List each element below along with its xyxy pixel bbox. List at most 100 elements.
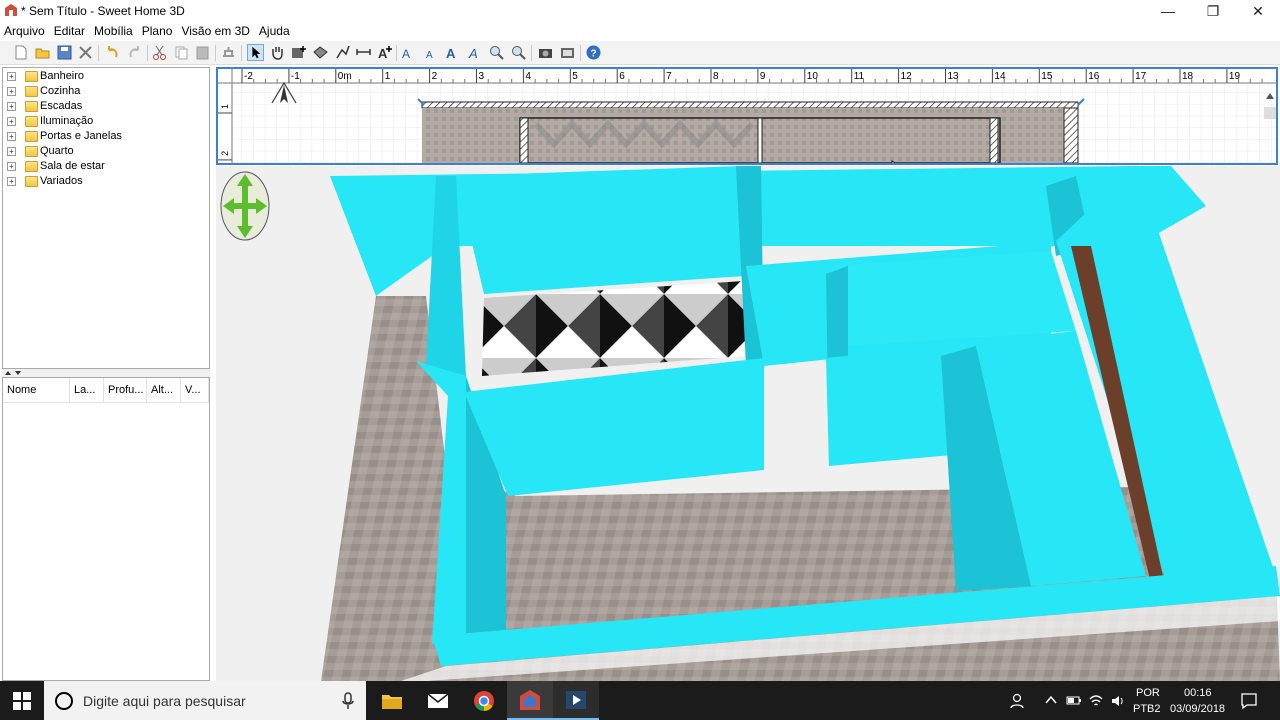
- language-code[interactable]: POR: [1136, 687, 1160, 699]
- chrome-button[interactable]: [461, 681, 507, 720]
- redo-icon[interactable]: [126, 44, 143, 61]
- clock-date[interactable]: 03/09/2018: [1170, 703, 1225, 715]
- undo-icon[interactable]: [104, 44, 121, 61]
- volume-icon[interactable]: [1110, 693, 1126, 709]
- increase-text-icon[interactable]: A: [400, 44, 417, 61]
- cut-icon[interactable]: [151, 44, 168, 61]
- column-visible-label: V...: [185, 384, 201, 396]
- wall-middle[interactable]: [757, 117, 763, 163]
- catalog-item-portas-janelas[interactable]: + Portas e Janelas: [3, 129, 203, 144]
- copy-icon[interactable]: [173, 44, 190, 61]
- room-right-top[interactable]: [831, 251, 1076, 346]
- expand-icon[interactable]: +: [7, 147, 16, 156]
- network-icon[interactable]: [1088, 693, 1104, 709]
- italic-icon[interactable]: A: [466, 44, 483, 61]
- wall-right[interactable]: [1063, 107, 1079, 163]
- paste-icon[interactable]: [194, 44, 211, 61]
- furniture-list: Nome La... Profu... Alt... V...: [2, 377, 210, 681]
- keyboard-layout[interactable]: PTB2: [1133, 703, 1161, 715]
- catalog-item-label: Banheiro: [40, 70, 85, 82]
- expand-icon[interactable]: +: [7, 117, 16, 126]
- windows-start-icon[interactable]: [13, 692, 31, 710]
- save-icon[interactable]: [56, 44, 73, 61]
- splitter-arrows-icon[interactable]: [4, 370, 24, 376]
- create-rooms-icon[interactable]: [312, 44, 329, 61]
- sweet-home-3d-taskbar-button[interactable]: [507, 681, 553, 720]
- create-dimensions-icon[interactable]: [355, 44, 372, 61]
- catalog-item-quarto[interactable]: + Quarto: [3, 144, 203, 159]
- expand-icon[interactable]: +: [7, 102, 16, 111]
- menu-editar[interactable]: Editar: [54, 24, 89, 38]
- select-icon[interactable]: [247, 44, 264, 61]
- 3d-view[interactable]: [216, 166, 1280, 681]
- ruler-label: 2: [220, 151, 230, 156]
- catalog-item-escadas[interactable]: + Escadas: [3, 99, 203, 114]
- ruler-label: 16: [1088, 71, 1100, 82]
- create-walls-icon[interactable]: [290, 44, 307, 61]
- menu-ajuda[interactable]: Ajuda: [259, 24, 294, 38]
- expand-icon[interactable]: +: [7, 162, 16, 171]
- column-visible[interactable]: V...: [181, 378, 209, 403]
- wall-room-back[interactable]: [456, 166, 744, 294]
- column-depth[interactable]: Profu...: [104, 378, 147, 403]
- navigation-arrows-icon[interactable]: [220, 171, 270, 241]
- chevron-up-icon[interactable]: [1045, 695, 1057, 705]
- wall-right-inner[interactable]: [989, 117, 999, 163]
- new-icon[interactable]: [12, 44, 29, 61]
- zoom-in-icon[interactable]: [488, 44, 505, 61]
- expand-icon[interactable]: +: [7, 177, 16, 186]
- catalog-item-banheiro[interactable]: + Banheiro: [3, 69, 203, 84]
- panel-splitter[interactable]: [2, 369, 210, 377]
- ruler-label: 1: [220, 104, 230, 109]
- ruler-label: 14: [994, 71, 1006, 82]
- expand-icon[interactable]: +: [7, 132, 16, 141]
- microphone-icon[interactable]: [341, 692, 355, 710]
- notifications-icon[interactable]: [1240, 692, 1258, 710]
- people-icon[interactable]: [1010, 692, 1028, 710]
- zoom-out-icon[interactable]: [510, 44, 527, 61]
- search-input[interactable]: Digite aqui para pesquisar: [44, 681, 366, 720]
- file-explorer-button[interactable]: [369, 681, 415, 720]
- add-furniture-icon[interactable]: [220, 44, 237, 61]
- decrease-text-icon[interactable]: A: [422, 44, 439, 61]
- create-photo-icon[interactable]: [559, 44, 576, 61]
- camera-icon[interactable]: [537, 44, 554, 61]
- column-width[interactable]: La...: [70, 378, 104, 403]
- vertical-scrollbar[interactable]: [1264, 107, 1276, 119]
- folder-icon: [25, 176, 38, 187]
- column-name[interactable]: Nome: [3, 378, 70, 403]
- media-app-button[interactable]: [553, 681, 599, 720]
- maximize-button[interactable]: ❐: [1191, 0, 1235, 22]
- catalog-item-iluminacao[interactable]: + Iluminação: [3, 114, 203, 129]
- expand-icon[interactable]: +: [7, 72, 16, 81]
- 3d-canvas[interactable]: [216, 166, 1280, 681]
- create-polylines-icon[interactable]: [334, 44, 351, 61]
- wall-top[interactable]: [421, 101, 1079, 109]
- add-text-icon[interactable]: A: [376, 44, 393, 61]
- battery-icon[interactable]: [1066, 693, 1082, 707]
- catalog-item-cozinha[interactable]: + Cozinha: [3, 84, 203, 99]
- catalog-item-sala-estar[interactable]: + Sala de estar: [3, 159, 203, 174]
- preferences-icon[interactable]: [77, 44, 94, 61]
- close-button[interactable]: ✕: [1236, 0, 1280, 22]
- help-icon[interactable]: ?: [585, 44, 602, 61]
- minimize-button[interactable]: —: [1146, 0, 1190, 22]
- clock-time[interactable]: 00:16: [1184, 687, 1212, 699]
- menu-mobilia[interactable]: Mobília: [94, 24, 137, 38]
- column-height[interactable]: Alt...: [147, 378, 181, 403]
- catalog-item-variados[interactable]: + Variados: [3, 174, 203, 189]
- plan-canvas[interactable]: -2 -1 0m 1 2 3 4 5 6 7 8 9 10 11 12 13 14 15 16 17 18 19 12: [218, 69, 1276, 163]
- catalog-item-label: Variados: [40, 175, 83, 187]
- toolbar-separator: [531, 45, 532, 61]
- pan-icon[interactable]: [269, 44, 286, 61]
- toolbar-separator: [98, 45, 99, 61]
- wall-left-inner[interactable]: [519, 117, 529, 163]
- bold-icon[interactable]: A: [444, 44, 461, 61]
- menu-plano[interactable]: Plano: [142, 24, 177, 38]
- menu-arquivo[interactable]: Arquivo: [4, 24, 49, 38]
- plan-view[interactable]: -2 -1 0m 1 2 3 4 5 6 7 8 9 10 11 12 13 14 15 16 17 18 19 12: [216, 67, 1278, 165]
- mail-button[interactable]: [415, 681, 461, 720]
- expand-icon[interactable]: +: [7, 87, 16, 96]
- open-icon[interactable]: [34, 44, 51, 61]
- menu-visao-3d[interactable]: Visão em 3D: [181, 24, 253, 38]
